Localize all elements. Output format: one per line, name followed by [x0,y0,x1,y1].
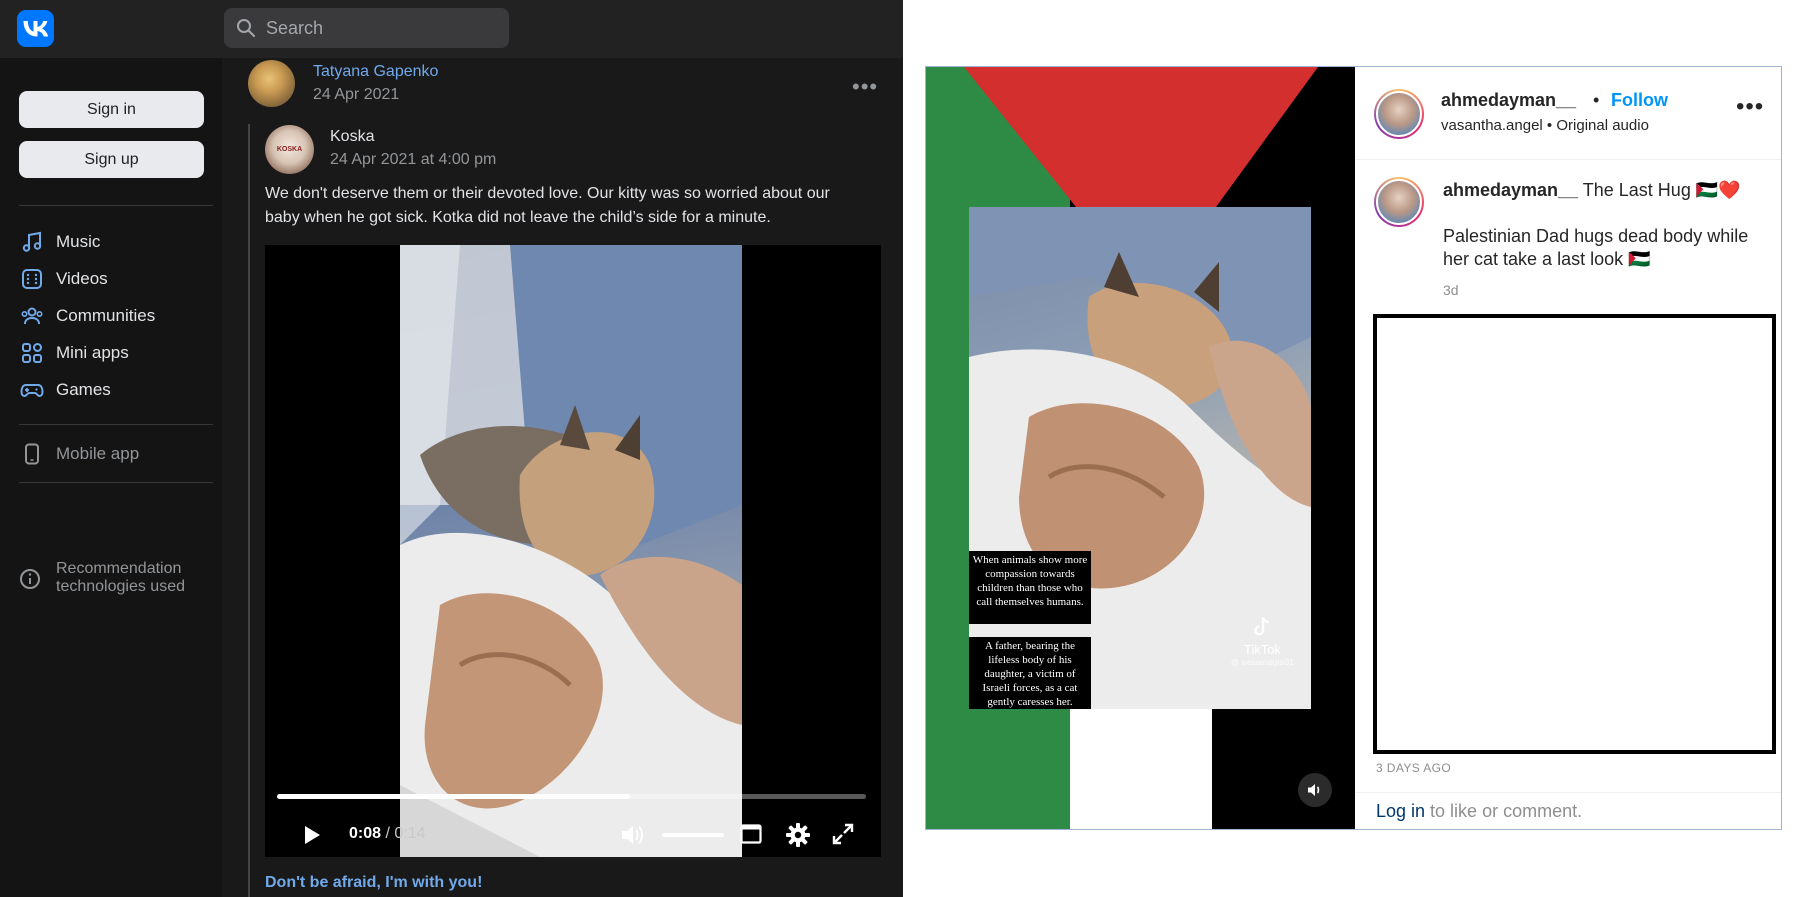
caption-header: ahmedayman__ The Last Hug 🇵🇸❤️ [1443,180,1741,201]
sidebar-divider [19,424,213,425]
sign-up-button[interactable]: Sign up [19,141,204,178]
sidebar-item-label: Mobile app [56,444,140,463]
video-progress-bar[interactable] [277,794,866,799]
post-media[interactable]: When animals show more compassion toward… [926,67,1355,829]
sidebar-item-label: Mini apps [56,343,129,362]
sidebar-item-videos[interactable]: Videos [19,264,108,294]
audio-line: vasantha.angel • Original audio [1441,117,1649,134]
sound-toggle-button[interactable] [1298,773,1332,807]
post-sidebar: ahmedayman__ • Follow vasantha.angel • O… [1356,67,1781,829]
sidebar-item-label: Communities [56,306,156,325]
recommendation-line: Recommendation [56,560,182,577]
caption-body: Palestinian Dad hugs dead body while her… [1443,226,1749,269]
sign-in-button[interactable]: Sign in [19,91,204,128]
avatar-label: KOSKA [276,146,303,153]
login-link[interactable]: Log in [1376,801,1425,821]
video-frame[interactable] [400,245,742,857]
tiktok-icon [1254,616,1270,636]
vk-top-bar [0,0,903,58]
video-caption-overlay: When animals show more compassion toward… [969,551,1091,624]
play-icon[interactable] [303,825,321,850]
vk-feed: Tatyana Gapenko 24 Apr 2021 ••• KOSKA Ko… [222,58,903,897]
speaker-icon [1308,784,1320,796]
search-icon [237,19,255,37]
sidebar-item-label: Games [56,380,111,399]
gear-icon[interactable] [784,821,812,854]
sidebar-item-label: Music [56,232,101,251]
sidebar-item-mini-apps[interactable]: Mini apps [19,338,129,368]
post-date[interactable]: 24 Apr 2021 [313,86,399,104]
tiktok-label: TikTok [1243,642,1281,657]
separator-dot: • [1593,90,1600,110]
video-player[interactable]: 0:08 / 0:14 [265,245,881,857]
sidebar-item-recommendation[interactable]: Recommendation technologies used [19,560,185,596]
vk-search-input[interactable] [264,16,509,40]
video-time: 0:08 / 0:14 [349,825,426,843]
divider [1356,159,1781,160]
audio-user-link[interactable]: vasantha.angel [1441,117,1543,134]
caption-title: The Last Hug 🇵🇸❤️ [1582,180,1741,200]
volume-slider[interactable] [662,833,724,837]
picture-in-picture-icon[interactable] [740,824,762,849]
repost-date[interactable]: 24 Apr 2021 at 4:00 pm [330,151,496,169]
mini-apps-icon [19,340,45,366]
vk-logo[interactable] [17,10,54,47]
video-caption-overlay: A father, bearing the lifeless body of h… [969,637,1091,709]
separator-dot: • [1546,117,1553,134]
tiktok-handle: @ wesamalgisi31 [1231,658,1294,667]
sidebar-item-mobile-app[interactable]: Mobile app [19,439,139,469]
current-time: 0:08 [349,825,382,842]
video-title-link[interactable]: Don't be afraid, I'm with you! [265,874,482,892]
comments-area [1373,314,1776,754]
repost-bar [248,124,250,897]
more-options-icon[interactable]: ••• [1736,93,1764,121]
flag-red-triangle [964,67,1318,207]
videos-icon [19,266,45,292]
phone-icon [19,441,45,467]
post-timestamp: 3 DAYS AGO [1376,761,1452,775]
tiktok-watermark: TikTok @ wesamalgisi31 [1231,615,1294,667]
gamepad-icon [19,377,45,403]
total-time: 0:14 [394,825,426,842]
caption-avatar[interactable] [1374,177,1424,227]
login-prompt-text: to like or comment. [1425,801,1583,821]
post-author-link[interactable]: Tatyana Gapenko [313,63,438,81]
caption-age: 3d [1443,282,1459,298]
flag-white-stripe [1070,707,1212,829]
sidebar-item-communities[interactable]: Communities [19,301,155,331]
vk-panel: Sign in Sign up Music Videos Communities… [0,0,903,897]
sidebar-item-music[interactable]: Music [19,227,100,257]
caption-username-link[interactable]: ahmedayman__ [1443,180,1578,200]
divider [1356,792,1781,793]
author-avatar[interactable] [248,60,295,107]
music-icon [19,229,45,255]
info-icon [19,568,45,594]
post-text: We don't deserve them or their devoted l… [265,185,830,226]
repost-avatar[interactable]: KOSKA [265,125,314,174]
username-link[interactable]: ahmedayman__ [1441,90,1576,111]
video-controls: 0:08 / 0:14 [265,815,881,855]
time-separator: / [381,825,395,842]
profile-avatar[interactable] [1374,89,1424,139]
vk-sidebar: Sign in Sign up Music Videos Communities… [0,58,222,897]
sidebar-divider [19,482,213,483]
video-progress-fill [277,794,631,799]
volume-icon[interactable] [620,823,646,852]
vk-search-box[interactable] [224,8,509,48]
original-audio-link[interactable]: Original audio [1556,117,1649,134]
sidebar-item-games[interactable]: Games [19,375,111,405]
fullscreen-icon[interactable] [831,822,855,851]
communities-icon [19,303,45,329]
more-options-icon[interactable]: ••• [852,74,878,100]
sidebar-item-label: Videos [56,269,108,288]
recommendation-line: technologies used [56,578,185,595]
follow-button[interactable]: Follow [1611,90,1668,111]
login-prompt: Log in to like or comment. [1376,801,1582,822]
repost-author[interactable]: Koska [330,128,374,146]
instagram-embed: When animals show more compassion toward… [925,66,1782,830]
sidebar-divider [19,205,213,206]
